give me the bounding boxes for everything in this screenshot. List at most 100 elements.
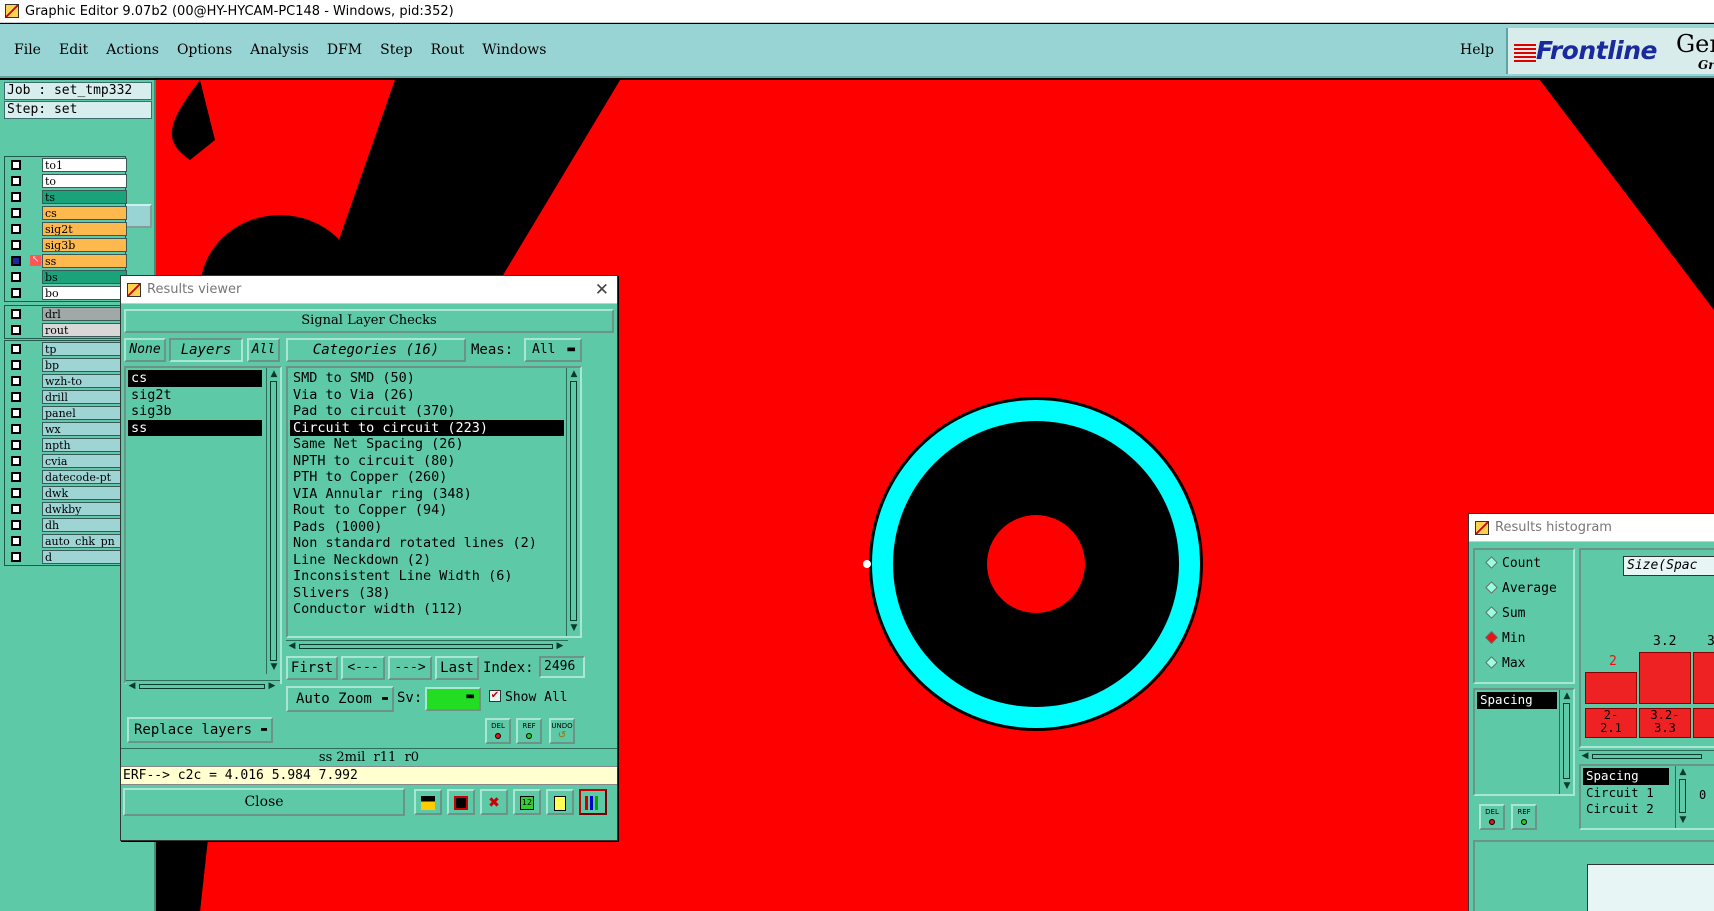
layer-checkbox[interactable] xyxy=(11,240,21,250)
layer-checkbox[interactable] xyxy=(11,344,21,354)
layer-checkbox[interactable] xyxy=(11,309,21,319)
layer-list-item[interactable]: sig3b xyxy=(128,403,262,420)
menu-actions[interactable]: Actions xyxy=(106,42,159,58)
layer-name[interactable]: sig2t xyxy=(42,222,127,236)
category-list-item[interactable]: Pads (1000) xyxy=(290,519,564,536)
histogram-option-count[interactable]: Count xyxy=(1485,556,1541,571)
layer-name[interactable]: wzh-to xyxy=(42,374,127,388)
category-list-item[interactable]: Circuit to circuit (223) xyxy=(290,419,564,436)
layer-checkbox[interactable] xyxy=(11,376,21,386)
scroll-left-icon[interactable]: ◀ xyxy=(286,641,298,652)
layer-row[interactable]: drl xyxy=(5,306,127,322)
prev-button[interactable]: <--- xyxy=(341,656,385,680)
next-button[interactable]: ---> xyxy=(388,656,432,680)
histogram-option-min[interactable]: Min xyxy=(1485,631,1525,646)
layers-button[interactable]: Layers xyxy=(169,338,243,362)
scroll-track[interactable] xyxy=(570,381,577,621)
menu-help[interactable]: Help xyxy=(1460,42,1494,58)
index-field[interactable]: 2496 xyxy=(539,656,585,678)
scroll-up-icon[interactable]: ▲ xyxy=(268,368,280,380)
scroll-up-icon[interactable]: ▲ xyxy=(1677,766,1689,778)
histogram-option-max[interactable]: Max xyxy=(1485,656,1525,671)
scroll-track[interactable] xyxy=(1563,703,1570,779)
menu-file[interactable]: File xyxy=(14,42,41,58)
layer-checkbox[interactable] xyxy=(11,192,21,202)
layer-name[interactable]: tp xyxy=(42,342,127,356)
layer-list-item[interactable]: ss xyxy=(128,419,262,436)
histogram-toggle-icon[interactable] xyxy=(579,789,607,815)
layer-checkbox[interactable] xyxy=(11,176,21,186)
layer-name[interactable]: ss xyxy=(42,254,127,268)
layer-checkbox[interactable] xyxy=(11,472,21,482)
layer-checkbox[interactable] xyxy=(11,504,21,514)
layer-name[interactable]: d xyxy=(42,550,127,564)
histogram-titlebar[interactable]: Results histogram xyxy=(1469,514,1714,542)
layer-checkbox[interactable] xyxy=(11,440,21,450)
layer-name[interactable]: sig3b xyxy=(42,238,127,252)
layer-checkbox[interactable] xyxy=(11,552,21,562)
layer-name[interactable]: rout xyxy=(42,323,127,337)
layer-name[interactable]: bp xyxy=(42,358,127,372)
scroll-down-icon[interactable]: ▼ xyxy=(1561,780,1573,792)
scroll-right-icon[interactable]: ▶ xyxy=(266,681,278,692)
histogram-attr-list[interactable]: Spacing Circuit 1 Circuit 2 ▲ ▼ 0 xyxy=(1579,764,1714,830)
refresh-result-button[interactable]: REF xyxy=(516,718,542,744)
layer-name[interactable]: to xyxy=(42,174,127,188)
radio-diamond-icon[interactable] xyxy=(1485,581,1498,594)
delete-result-button[interactable]: DEL xyxy=(485,718,511,744)
layer-row[interactable]: rout xyxy=(5,322,127,338)
layer-checkbox[interactable] xyxy=(11,288,21,298)
category-list-item[interactable]: Line Neckdown (2) xyxy=(290,552,564,569)
layer-checkbox[interactable] xyxy=(11,224,21,234)
layer-name[interactable]: cvia xyxy=(42,454,127,468)
layer-name[interactable]: npth xyxy=(42,438,127,452)
meas-dropdown[interactable]: All ▬ xyxy=(524,338,582,362)
layer-list-item[interactable]: sig2t xyxy=(128,387,262,404)
show-all-checkbox[interactable]: ✔ xyxy=(489,690,501,702)
layer-row[interactable]: bs xyxy=(5,269,127,285)
layer-row[interactable]: dh xyxy=(5,517,127,533)
histogram-list-item[interactable]: Circuit 2 xyxy=(1583,801,1669,818)
layer-row[interactable]: tp xyxy=(5,341,127,357)
hscroll-track[interactable] xyxy=(139,684,265,689)
layer-name[interactable]: to1 xyxy=(42,158,127,172)
layer-row[interactable]: drill xyxy=(5,389,127,405)
menu-windows[interactable]: Windows xyxy=(482,42,546,58)
radio-diamond-icon[interactable] xyxy=(1485,606,1498,619)
layers-hscroll[interactable]: ◀ ▶ xyxy=(126,680,280,692)
histogram-hscroll[interactable]: ◀ xyxy=(1579,750,1714,762)
layer-name[interactable]: panel xyxy=(42,406,127,420)
categories-hscroll[interactable]: ◀ ▶ xyxy=(286,640,568,652)
step-icon[interactable]: 12 xyxy=(513,789,541,815)
replace-layers-dropdown[interactable]: Replace layers ▬ xyxy=(127,717,273,743)
layer-name[interactable]: datecode-pt xyxy=(42,470,127,484)
layer-name[interactable]: wx xyxy=(42,422,127,436)
layer-row[interactable]: npth xyxy=(5,437,127,453)
menu-step[interactable]: Step xyxy=(380,42,412,58)
layer-checkbox[interactable] xyxy=(11,536,21,546)
scroll-down-icon[interactable]: ▼ xyxy=(1677,814,1689,826)
layer-checkbox[interactable] xyxy=(11,488,21,498)
highlight-icon[interactable] xyxy=(414,789,442,815)
layer-name[interactable]: dwkby xyxy=(42,502,127,516)
hscroll-track[interactable] xyxy=(1592,754,1702,759)
radio-diamond-icon[interactable] xyxy=(1485,631,1498,644)
results-viewer-titlebar[interactable]: Results viewer ✕ xyxy=(121,276,617,304)
layer-checkbox[interactable] xyxy=(11,256,21,266)
layer-row[interactable]: cvia xyxy=(5,453,127,469)
hist-delete-button[interactable]: DEL xyxy=(1479,804,1505,830)
category-list-item[interactable]: SMD to SMD (50) xyxy=(290,370,564,387)
histogram-list-item[interactable]: Circuit 1 xyxy=(1583,785,1669,802)
layer-row[interactable]: ↖ ss xyxy=(5,253,127,269)
layer-checkbox[interactable] xyxy=(11,272,21,282)
category-list-item[interactable]: PTH to Copper (260) xyxy=(290,469,564,486)
hscroll-track[interactable] xyxy=(299,644,553,649)
layer-row[interactable]: bo xyxy=(5,285,127,301)
layer-name[interactable]: ts xyxy=(42,190,127,204)
first-button[interactable]: First xyxy=(286,656,338,680)
histogram-list-item[interactable]: Spacing xyxy=(1477,692,1557,709)
menu-options[interactable]: Options xyxy=(177,42,232,58)
close-button[interactable]: Close xyxy=(123,788,405,816)
layer-row[interactable]: cs xyxy=(5,205,127,221)
last-button[interactable]: Last xyxy=(435,656,479,680)
